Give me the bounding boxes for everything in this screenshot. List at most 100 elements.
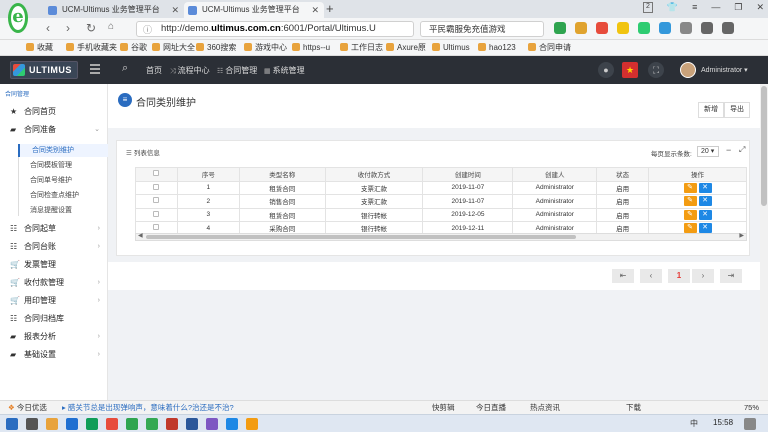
- sidebar-item-report[interactable]: ▰ 报表分析 ›: [0, 329, 108, 345]
- bookmark-item[interactable]: 收藏: [26, 40, 53, 55]
- select-all-checkbox[interactable]: [153, 170, 160, 177]
- prev-page-button[interactable]: ‹: [640, 269, 662, 283]
- bookmark-item[interactable]: 手机收藏夹: [66, 40, 117, 55]
- bookmark-item[interactable]: 网址大全: [152, 40, 195, 55]
- sidebar-subitem-category[interactable]: 合同类别维护: [18, 144, 108, 157]
- app-excel-icon[interactable]: [146, 418, 158, 430]
- column-header[interactable]: 状态: [596, 167, 650, 182]
- column-header[interactable]: 创建时间: [422, 167, 514, 182]
- column-header[interactable]: 收付款方式: [324, 167, 424, 182]
- extension-grid-icon[interactable]: [680, 22, 692, 34]
- edge-icon[interactable]: [66, 418, 78, 430]
- forward-icon[interactable]: ›: [66, 21, 70, 35]
- delete-icon[interactable]: ✕: [698, 209, 712, 220]
- app-word-icon[interactable]: [186, 418, 198, 430]
- zoom-level[interactable]: 75%: [744, 401, 759, 414]
- row-select-cell[interactable]: [135, 180, 178, 195]
- bookmark-item[interactable]: 游戏中心: [244, 40, 287, 55]
- row-select-cell[interactable]: [135, 194, 178, 209]
- edit-icon[interactable]: ✎: [683, 196, 697, 207]
- app-ppt-icon[interactable]: [166, 418, 178, 430]
- extension-green-icon[interactable]: [554, 22, 566, 34]
- topnav-home[interactable]: 首页: [146, 65, 162, 76]
- sidebar-item-seal[interactable]: 🛒 用印管理 ›: [0, 293, 108, 309]
- restore-icon[interactable]: ❐: [734, 2, 742, 13]
- sidebar-item-archive[interactable]: ☷ 合同归档库: [0, 311, 108, 327]
- row-select-cell[interactable]: [135, 207, 178, 222]
- delete-icon[interactable]: ✕: [698, 196, 712, 207]
- app-orange-icon[interactable]: [246, 418, 258, 430]
- last-page-button[interactable]: ⇥: [720, 269, 742, 283]
- topnav-workflow[interactable]: ⤨ 流程中心: [170, 65, 210, 76]
- scrollbar-thumb[interactable]: [146, 235, 576, 239]
- bookmark-item[interactable]: 谷歌: [120, 40, 147, 55]
- extension-red-icon[interactable]: [596, 22, 608, 34]
- windows-start-icon[interactable]: [6, 418, 18, 430]
- new-tab-button[interactable]: +: [326, 2, 334, 16]
- undo-icon[interactable]: [701, 22, 713, 34]
- page-size-select[interactable]: 20 ▾: [697, 146, 719, 157]
- bookmark-item[interactable]: https--u: [292, 40, 330, 55]
- app-blue-icon[interactable]: [226, 418, 238, 430]
- more-icon[interactable]: [722, 22, 734, 34]
- hamburger-menu-icon[interactable]: [90, 64, 100, 74]
- ultimus-logo[interactable]: ULTIMUS: [10, 61, 78, 79]
- page-vertical-scrollbar[interactable]: [760, 84, 768, 400]
- notification-icon[interactable]: [744, 418, 756, 430]
- home-icon[interactable]: ⌂: [108, 21, 114, 32]
- sidebar-subitem-checkpoint[interactable]: 合同检查点维护: [18, 189, 108, 202]
- bookmark-item[interactable]: 合同申请: [528, 40, 571, 55]
- delete-icon[interactable]: ✕: [698, 223, 712, 234]
- status-item[interactable]: 快剪辑: [432, 401, 455, 414]
- column-header[interactable]: 序号: [176, 167, 240, 182]
- user-menu[interactable]: Administrator ▾: [701, 66, 748, 74]
- search-icon[interactable]: ⌕: [122, 62, 128, 75]
- tab-count-badge[interactable]: 2: [642, 2, 653, 13]
- app-red-icon[interactable]: [106, 418, 118, 430]
- scroll-right-icon[interactable]: ▶: [739, 232, 744, 239]
- add-button[interactable]: 新增: [698, 102, 724, 118]
- sidebar-subitem-template[interactable]: 合同模板管理: [18, 159, 108, 172]
- row-checkbox[interactable]: [153, 183, 160, 190]
- scrollbar-thumb[interactable]: [761, 86, 767, 206]
- browser-360-icon[interactable]: [126, 418, 138, 430]
- window-close-icon[interactable]: ✕: [756, 2, 764, 13]
- status-today-pick[interactable]: ❖ 今日优选: [8, 401, 47, 414]
- china-flag-icon[interactable]: ★: [622, 62, 638, 78]
- browser-tab-1[interactable]: UCM-Ultimus 业务管理平台 ✕: [44, 2, 184, 18]
- sidebar-item-payment[interactable]: 🛒 收付款管理 ›: [0, 275, 108, 291]
- topnav-contract[interactable]: ☷ 合同管理: [217, 65, 257, 76]
- status-item[interactable]: 今日直播: [476, 401, 506, 414]
- sidebar-item-home[interactable]: ★ 合同首页: [0, 104, 108, 120]
- edit-icon[interactable]: ✎: [683, 223, 697, 234]
- status-news-ticker[interactable]: ▸ 腊关节总是出现弹响声，意味着什么?治还是不治?: [62, 401, 234, 414]
- bookmark-item[interactable]: 360搜索: [196, 40, 236, 55]
- extension-shield-icon[interactable]: [638, 22, 650, 34]
- sidebar-item-settings[interactable]: ▰ 基础设置 ›: [0, 347, 108, 363]
- sidebar-item-invoice[interactable]: 🛒 发票管理: [0, 257, 108, 273]
- sidebar-item-prepare[interactable]: ▰ 合同准备 ⌄: [0, 122, 108, 138]
- ime-indicator[interactable]: 中: [690, 418, 702, 430]
- bookmark-item[interactable]: hao123: [478, 40, 516, 55]
- close-icon[interactable]: ✕: [311, 2, 319, 18]
- collapse-icon[interactable]: −: [726, 145, 731, 155]
- bookmark-item[interactable]: Ultimus: [432, 40, 470, 55]
- refresh-icon[interactable]: ↻: [86, 21, 96, 35]
- status-item[interactable]: 下载: [626, 401, 641, 414]
- fullscreen-icon[interactable]: ⛶: [648, 62, 664, 78]
- task-view-icon[interactable]: [26, 418, 38, 430]
- folder-icon[interactable]: [46, 418, 58, 430]
- close-icon[interactable]: ✕: [171, 2, 179, 18]
- browser-search-input[interactable]: 平民霸服免充值游戏: [420, 21, 544, 37]
- back-icon[interactable]: ‹: [46, 21, 50, 35]
- horizontal-scrollbar[interactable]: ◀ ▶: [135, 233, 747, 241]
- minimize-icon[interactable]: —: [711, 2, 720, 13]
- row-checkbox[interactable]: [153, 197, 160, 204]
- sidebar-subitem-reminder[interactable]: 消息提醒设置: [18, 204, 108, 217]
- expand-icon[interactable]: ⤢: [739, 145, 745, 155]
- sidebar-item-ledger[interactable]: ☷ 合同台账 ›: [0, 239, 108, 255]
- scroll-left-icon[interactable]: ◀: [138, 232, 143, 239]
- browser-tab-2[interactable]: UCM-Ultimus 业务管理平台 ✕: [184, 2, 324, 18]
- sidebar-item-draft[interactable]: ☷ 合同起草 ›: [0, 221, 108, 237]
- menu-icon[interactable]: ≡: [692, 2, 697, 13]
